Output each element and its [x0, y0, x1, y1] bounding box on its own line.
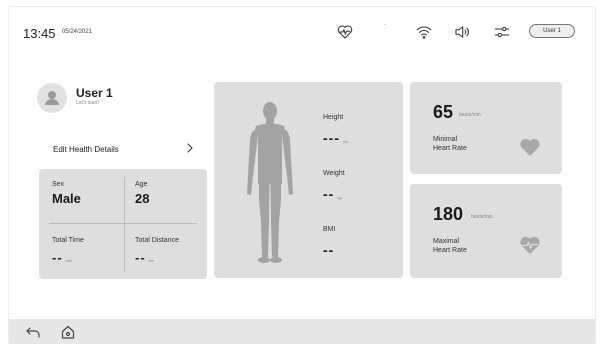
heart-pulse-icon: [519, 235, 541, 255]
wifi-icon[interactable]: [415, 23, 433, 41]
speaker-icon[interactable]: [453, 23, 471, 41]
bottom-navigation-bar: [9, 319, 595, 344]
heart-rate-icon[interactable]: [336, 23, 354, 41]
max-heart-rate-label-line1: Maximal: [433, 238, 460, 245]
stat-sex: Sex Male: [52, 181, 81, 206]
max-heart-rate-label-line2: Heart Rate: [433, 247, 467, 254]
chevron-right-icon[interactable]: [185, 141, 195, 155]
stat-age-value: 28: [135, 191, 150, 206]
weight-unit: kg: [337, 195, 342, 200]
bmi-label: BMI: [323, 226, 336, 233]
status-mark: -: [384, 22, 386, 28]
stat-distance-value: --: [135, 250, 146, 265]
profile-subtitle: Let's start!: [76, 100, 99, 106]
clock-time: 13:45: [23, 26, 56, 41]
stat-sex-label: Sex: [52, 181, 65, 188]
min-heart-rate-unit: beats/min: [459, 112, 481, 118]
maximal-heart-rate-card[interactable]: 180 beats/min Maximal Heart Rate: [410, 184, 562, 278]
edit-health-details-link[interactable]: Edit Health Details: [53, 145, 119, 154]
stat-total-time: Total Time -- min: [52, 237, 84, 265]
body-silhouette-image: [244, 100, 296, 264]
stat-total-distance: Total Distance -- km: [135, 237, 179, 265]
status-bar: 13:45 05/24/2021 - User 1: [9, 7, 595, 55]
weight-value: --: [323, 186, 335, 202]
back-icon[interactable]: [25, 324, 41, 340]
weight-value-row: -- kg: [323, 186, 342, 202]
stats-divider-vertical: [124, 177, 125, 272]
stat-age-label: Age: [135, 181, 148, 188]
weight-label: Weight: [323, 170, 345, 177]
height-value-row: --- cm: [323, 130, 348, 146]
user-stats-card: Sex Male Age 28 Total Time -- min Total D…: [39, 169, 207, 279]
app-screen: 13:45 05/24/2021 - User 1 User 1 Let's s…: [8, 6, 596, 344]
profile-name: User 1: [76, 86, 113, 100]
bmi-value: --: [323, 242, 335, 258]
body-metrics-card[interactable]: Height --- cm Weight -- kg BMI --: [214, 82, 403, 278]
stat-time-value: --: [52, 250, 63, 265]
heart-icon: [519, 137, 541, 157]
height-unit: cm: [343, 139, 349, 144]
user-switch-button[interactable]: User 1: [529, 24, 575, 38]
max-heart-rate-unit: beats/min: [471, 214, 493, 220]
minimal-heart-rate-card[interactable]: 65 beats/min Minimal Heart Rate: [410, 82, 562, 174]
stat-age: Age 28: [135, 181, 149, 206]
clock-date: 05/24/2021: [62, 29, 93, 35]
stat-time-unit: min: [65, 258, 73, 263]
stats-divider-horizontal: [49, 223, 197, 224]
stat-sex-value: Male: [52, 191, 81, 206]
avatar[interactable]: [37, 83, 67, 113]
min-heart-rate-label-line1: Minimal: [433, 136, 458, 143]
stat-time-label: Total Time: [52, 237, 84, 244]
settings-sliders-icon[interactable]: [493, 23, 511, 41]
stat-distance-unit: km: [148, 258, 155, 263]
height-value: ---: [323, 130, 340, 146]
max-heart-rate-value: 180: [433, 204, 464, 224]
home-icon[interactable]: [60, 324, 76, 340]
stat-distance-label: Total Distance: [135, 237, 179, 244]
min-heart-rate-label-line2: Heart Rate: [433, 145, 467, 152]
height-label: Height: [323, 114, 344, 121]
min-heart-rate-value: 65: [433, 102, 454, 122]
